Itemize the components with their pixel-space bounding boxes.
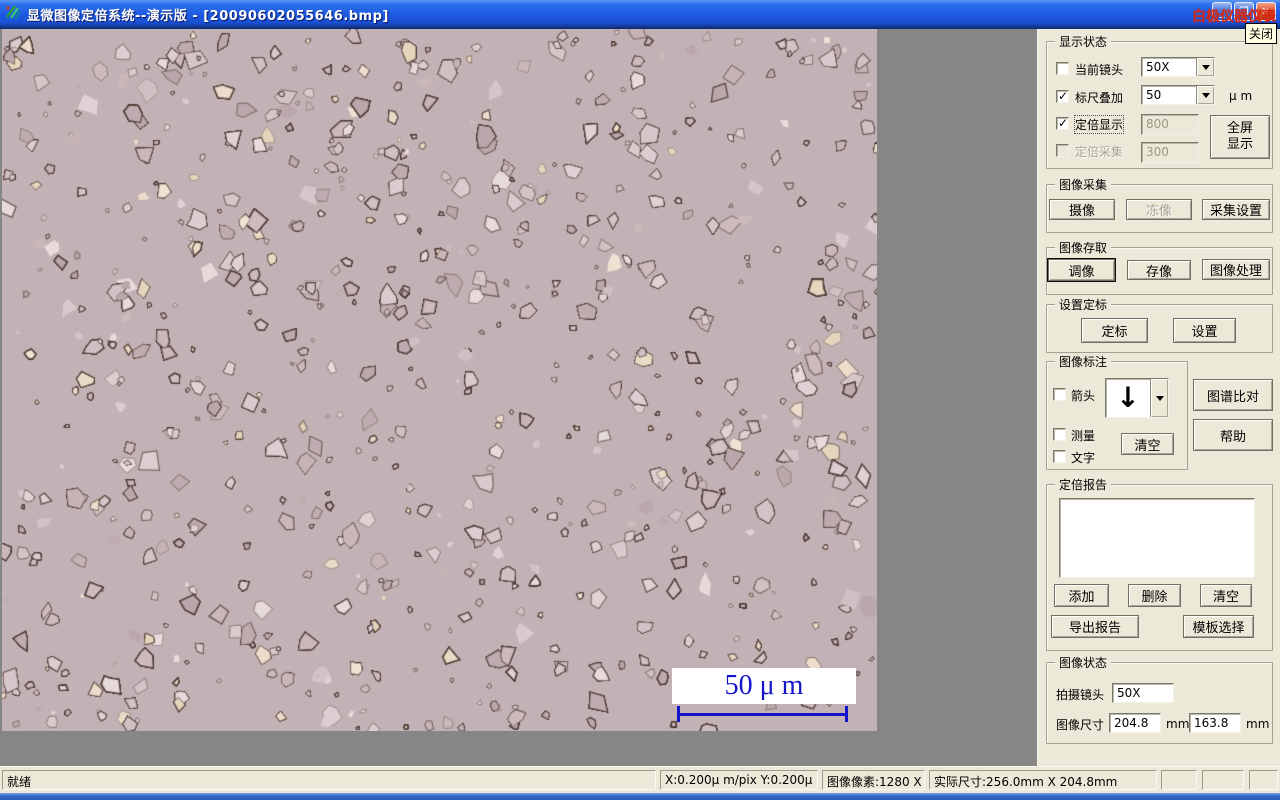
fixed-display-label: 定倍显示 xyxy=(1073,115,1125,134)
group-image-capture-title: 图像采集 xyxy=(1055,176,1112,193)
scalebar-line xyxy=(677,713,848,716)
shooting-lens-label: 拍摄镜头 xyxy=(1056,688,1105,702)
calibration-settings-button[interactable]: 设置 xyxy=(1173,318,1236,343)
app-window: 显微图像定倍系统--演示版 - [20090602055646.bmp] _ ❐… xyxy=(0,0,1280,800)
load-image-button[interactable]: 调像 xyxy=(1048,259,1115,281)
export-report-button[interactable]: 导出报告 xyxy=(1051,615,1139,638)
status-actual-size: 实际尺寸:256.0mm X 204.8mm xyxy=(929,770,1157,790)
image-height-value[interactable]: 163.8 xyxy=(1189,713,1241,733)
ruler-value-combobox[interactable]: 50 xyxy=(1141,85,1215,105)
status-ready: 就绪 xyxy=(2,770,656,790)
group-display-status-title: 显示状态 xyxy=(1055,33,1112,50)
control-panel: 显示状态 当前镜头 50X 标尺叠加 50 μ m 定倍显示 800 定倍采集 … xyxy=(1037,29,1280,766)
image-width-value[interactable]: 204.8 xyxy=(1109,713,1161,733)
report-delete-button[interactable]: 删除 xyxy=(1128,584,1181,607)
image-size-label: 图像尺寸 xyxy=(1056,718,1105,732)
freeze-button: 冻像 xyxy=(1126,199,1192,220)
measure-label: 测量 xyxy=(1071,429,1096,443)
annotation-clear-button[interactable]: 清空 xyxy=(1121,433,1174,455)
compare-button[interactable]: 图谱比对 xyxy=(1193,379,1273,411)
scalebar-tick-right xyxy=(845,706,848,722)
status-bar: 就绪 X:0.200μ m/pix Y:0.200μ m/pix 图像像素:12… xyxy=(0,766,1280,794)
arrow-style-dropdown-icon[interactable] xyxy=(1150,379,1168,417)
shooting-lens-value[interactable]: 50X xyxy=(1112,683,1174,703)
text-checkbox[interactable] xyxy=(1053,450,1066,463)
fixed-capture-checkbox xyxy=(1056,144,1069,157)
report-add-button[interactable]: 添加 xyxy=(1054,584,1109,607)
ruler-value: 50 xyxy=(1146,88,1162,102)
app-icon xyxy=(5,4,22,21)
group-report-title: 定倍报告 xyxy=(1055,476,1112,493)
fixed-capture-label: 定倍采集 xyxy=(1075,145,1124,159)
title-bar: 显微图像定倍系统--演示版 - [20090602055646.bmp] _ ❐… xyxy=(0,0,1280,29)
current-lens-dropdown-icon[interactable] xyxy=(1196,58,1214,76)
image-height-unit: mm xyxy=(1246,717,1270,731)
ruler-unit-label: μ m xyxy=(1229,89,1253,103)
group-annotation-title: 图像标注 xyxy=(1055,353,1112,370)
scalebar-ruler xyxy=(677,706,848,722)
ruler-dropdown-icon[interactable] xyxy=(1196,86,1214,104)
arrow-style-combobox[interactable]: ↓ xyxy=(1105,378,1169,418)
measure-checkbox[interactable] xyxy=(1053,428,1066,441)
scalebar-tick-left xyxy=(677,706,680,722)
group-calibration-title: 设置定标 xyxy=(1055,296,1112,313)
fixed-display-input: 800 xyxy=(1141,114,1199,135)
group-image-status-title: 图像状态 xyxy=(1055,654,1112,671)
report-list[interactable] xyxy=(1059,498,1255,578)
micrograph-image[interactable] xyxy=(2,29,877,731)
calibrate-button[interactable]: 定标 xyxy=(1081,318,1148,343)
current-lens-value: 50X xyxy=(1146,60,1170,74)
save-image-button[interactable]: 存像 xyxy=(1127,260,1191,280)
report-clear-button[interactable]: 清空 xyxy=(1200,584,1252,607)
arrow-style-preview: ↓ xyxy=(1116,381,1140,414)
fullscreen-button[interactable]: 全屏 显示 xyxy=(1210,115,1270,159)
fixed-display-checkbox[interactable] xyxy=(1056,116,1069,130)
ruler-overlay-label: 标尺叠加 xyxy=(1075,91,1124,105)
taskbar-edge xyxy=(0,793,1280,800)
status-empty-2 xyxy=(1202,770,1244,790)
arrow-checkbox[interactable] xyxy=(1053,388,1066,401)
help-button[interactable]: 帮助 xyxy=(1193,419,1273,451)
image-width-unit: mm xyxy=(1166,717,1190,731)
current-lens-label: 当前镜头 xyxy=(1075,63,1124,77)
image-process-button[interactable]: 图像处理 xyxy=(1202,259,1270,280)
current-lens-checkbox[interactable] xyxy=(1056,62,1069,75)
close-tooltip: 关闭 xyxy=(1245,23,1278,44)
status-empty-1 xyxy=(1161,770,1197,790)
text-label: 文字 xyxy=(1071,451,1096,465)
capture-settings-button[interactable]: 采集设置 xyxy=(1202,199,1270,220)
scalebar-text: 50 μ m xyxy=(724,670,804,701)
scalebar-label: 50 μ m xyxy=(672,668,856,704)
status-pixel-scale: X:0.200μ m/pix Y:0.200μ m/pix xyxy=(660,770,818,790)
client-area: 50 μ m 显示状态 当前镜头 50X 标尺叠加 50 xyxy=(0,29,1280,766)
fixed-capture-input: 300 xyxy=(1141,142,1199,163)
status-image-pixels: 图像像素:1280 X 1024 xyxy=(822,770,925,790)
window-title: 显微图像定倍系统--演示版 - [20090602055646.bmp] xyxy=(27,9,389,24)
current-lens-combobox[interactable]: 50X xyxy=(1141,57,1215,77)
ruler-overlay-checkbox[interactable] xyxy=(1056,89,1069,103)
camera-button[interactable]: 摄像 xyxy=(1049,199,1115,220)
status-empty-3 xyxy=(1249,770,1278,790)
template-select-button[interactable]: 模板选择 xyxy=(1183,615,1254,638)
group-image-storage-title: 图像存取 xyxy=(1055,239,1112,256)
arrow-label: 箭头 xyxy=(1071,389,1096,403)
